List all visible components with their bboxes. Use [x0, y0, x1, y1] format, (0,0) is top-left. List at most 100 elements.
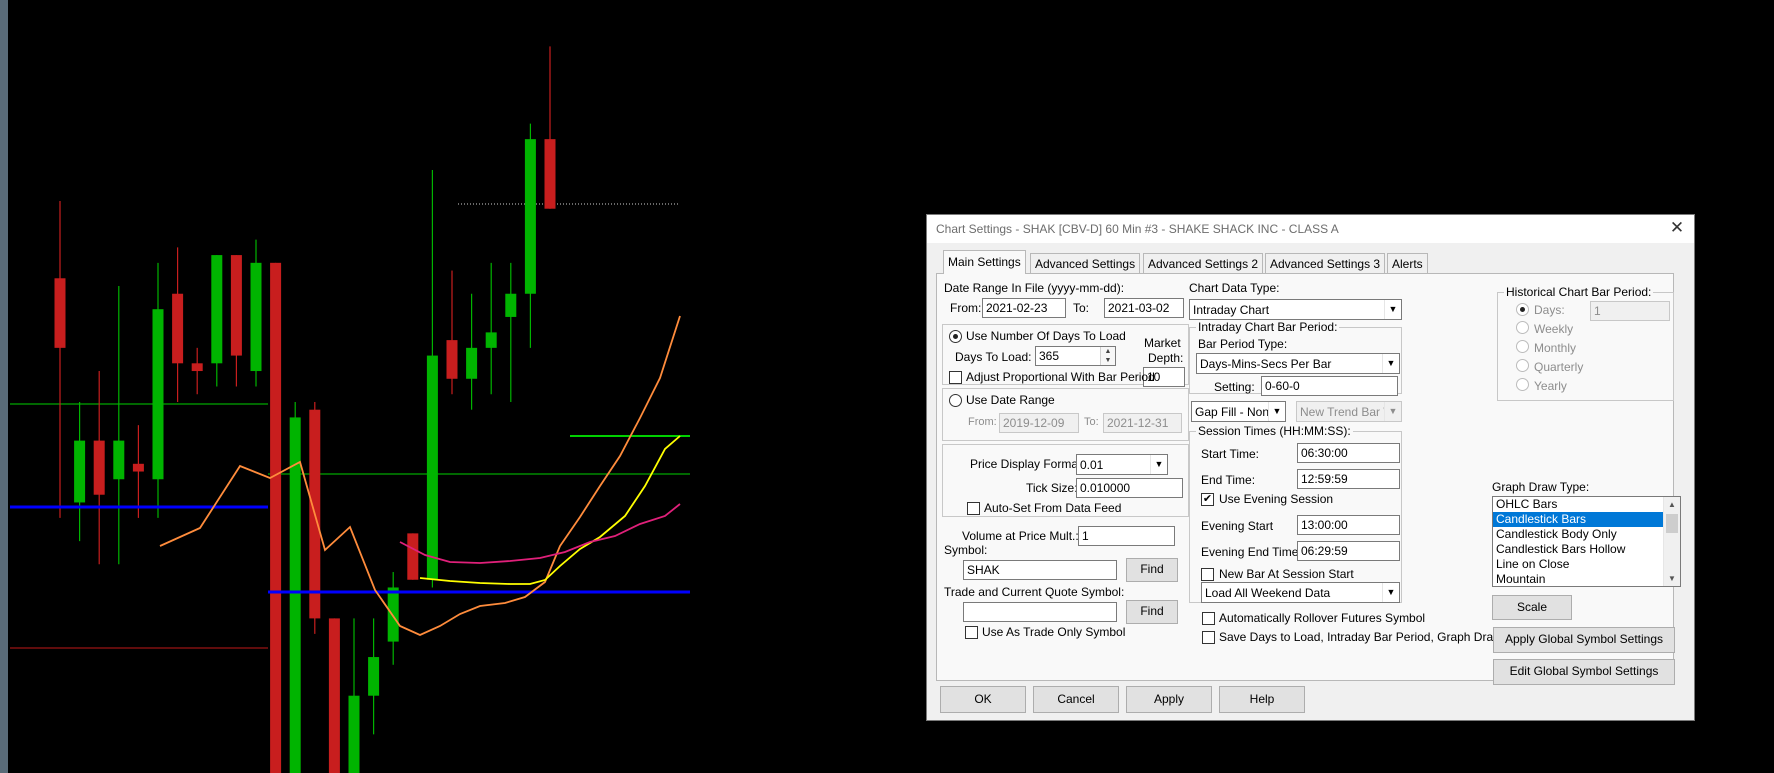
hist-monthly-radio[interactable]: [1516, 340, 1529, 353]
historical-bar-period-group: Historical Chart Bar Period: Days: 1 Wee…: [1497, 285, 1674, 401]
session-group-title: Session Times (HH:MM:SS):: [1196, 424, 1353, 438]
price-format-select[interactable]: 0.01 ▼: [1076, 454, 1168, 475]
use-days-label: Use Number Of Days To Load: [966, 329, 1126, 343]
tick-size-label: Tick Size:: [1026, 481, 1078, 495]
scroll-up-icon[interactable]: ▲: [1664, 497, 1680, 512]
tick-size-field[interactable]: 0.010000: [1076, 478, 1183, 498]
price-format-value: 0.01: [1080, 458, 1104, 472]
hist-days-field[interactable]: 1: [1590, 301, 1670, 321]
save-default-checkbox[interactable]: [1202, 631, 1215, 644]
candle-body: [446, 340, 458, 379]
title-bar[interactable]: Chart Settings - SHAK [CBV-D] 60 Min #3 …: [927, 215, 1694, 243]
start-time-label: Start Time:: [1201, 447, 1260, 461]
rollover-futures-label: Automatically Rollover Futures Symbol: [1219, 611, 1426, 625]
new-bar-session-label: New Bar At Session Start: [1219, 567, 1354, 581]
ok-button[interactable]: OK: [940, 686, 1026, 713]
file-to-field[interactable]: 2021-03-02: [1104, 298, 1184, 318]
tab-advanced-settings-3[interactable]: Advanced Settings 3: [1265, 253, 1386, 273]
setting-label: Setting:: [1214, 380, 1255, 394]
to-label: To:: [1073, 301, 1090, 315]
candle-body: [172, 293, 184, 364]
use-date-range-radio[interactable]: [949, 394, 962, 407]
tab-alerts[interactable]: Alerts: [1387, 253, 1428, 273]
trade-symbol-field[interactable]: [963, 602, 1117, 622]
apply-global-symbol-button[interactable]: Apply Global Symbol Settings: [1493, 627, 1675, 653]
chart-data-type-select[interactable]: Intraday Chart ▼: [1189, 299, 1402, 320]
gap-fill-select[interactable]: Gap Fill - None ▼: [1191, 401, 1286, 422]
cancel-button[interactable]: Cancel: [1033, 686, 1119, 713]
price-format-label: Price Display Format:: [970, 457, 1085, 471]
candle-body: [152, 309, 164, 480]
scroll-down-icon[interactable]: ▼: [1664, 571, 1680, 586]
list-item[interactable]: Candlestick Bars Hollow: [1493, 542, 1680, 557]
file-from-field[interactable]: 2021-02-23: [982, 298, 1066, 318]
hist-yearly-radio[interactable]: [1516, 378, 1529, 391]
hist-quarterly-radio[interactable]: [1516, 359, 1529, 372]
use-days-radio[interactable]: [949, 330, 962, 343]
range-to-field[interactable]: 2021-12-31: [1103, 413, 1182, 433]
candle-body: [505, 293, 517, 317]
hist-quarterly-label: Quarterly: [1534, 360, 1584, 374]
evening-end-label: Evening End Time:: [1201, 545, 1302, 559]
bar-period-type-select[interactable]: Days-Mins-Secs Per Bar ▼: [1196, 353, 1400, 374]
tab-main-settings[interactable]: Main Settings: [943, 250, 1026, 274]
evening-session-checkbox[interactable]: ✔: [1201, 493, 1214, 506]
chevron-down-icon: ▼: [1268, 402, 1285, 421]
evening-start-label: Evening Start: [1201, 519, 1274, 533]
new-trend-bar-value: New Trend Bar W: [1300, 405, 1395, 419]
intraday-group-title: Intraday Chart Bar Period:: [1196, 320, 1340, 334]
evening-end-field[interactable]: 06:29:59: [1297, 541, 1400, 561]
scroll-thumb[interactable]: [1666, 514, 1678, 533]
spin-down-icon[interactable]: ▼: [1100, 356, 1115, 365]
chart-settings-dialog: Chart Settings - SHAK [CBV-D] 60 Min #3 …: [926, 214, 1695, 721]
volume-mult-field[interactable]: 1: [1078, 526, 1175, 546]
end-time-field[interactable]: 12:59:59: [1297, 469, 1400, 489]
bar-period-type-label: Bar Period Type:: [1198, 337, 1288, 351]
spin-up-icon[interactable]: ▲: [1100, 347, 1115, 356]
help-button[interactable]: Help: [1219, 686, 1305, 713]
find-trade-symbol-button[interactable]: Find: [1126, 600, 1178, 624]
candle-body: [250, 262, 262, 372]
chevron-down-icon: ▼: [1382, 583, 1399, 602]
list-item[interactable]: Mountain: [1493, 572, 1680, 586]
edit-global-symbol-button[interactable]: Edit Global Symbol Settings: [1493, 659, 1675, 685]
hist-weekly-radio[interactable]: [1516, 321, 1529, 334]
hist-days-radio[interactable]: [1516, 303, 1529, 316]
bar-period-type-value: Days-Mins-Secs Per Bar: [1200, 357, 1332, 371]
list-item[interactable]: OHLC Bars: [1493, 497, 1680, 512]
magenta-moving-average: [399, 503, 681, 564]
new-bar-session-checkbox[interactable]: [1201, 568, 1214, 581]
symbol-label: Symbol:: [944, 543, 988, 557]
new-trend-bar-select[interactable]: New Trend Bar W ▼: [1296, 401, 1402, 422]
list-scrollbar[interactable]: ▲ ▼: [1663, 497, 1680, 586]
candle-body: [426, 355, 438, 580]
list-item[interactable]: Line on Close: [1493, 557, 1680, 572]
trade-symbol-label: Trade and Current Quote Symbol:: [944, 585, 1125, 599]
rollover-futures-checkbox[interactable]: [1202, 612, 1215, 625]
range-from-field[interactable]: 2019-12-09: [999, 413, 1079, 433]
adjust-proportional-checkbox[interactable]: [949, 371, 962, 384]
candle-body: [544, 139, 556, 209]
start-time-field[interactable]: 06:30:00: [1297, 443, 1400, 463]
price-chart[interactable]: [0, 0, 926, 773]
main-settings-panel: Date Range In File (yyyy-mm-dd): From: 2…: [936, 273, 1681, 685]
auto-set-checkbox[interactable]: [967, 502, 980, 515]
tab-advanced-settings-2[interactable]: Advanced Settings 2: [1143, 253, 1264, 273]
scale-button[interactable]: Scale: [1492, 595, 1572, 620]
setting-field[interactable]: 0-60-0: [1261, 376, 1398, 396]
graph-draw-type-list[interactable]: OHLC Bars Candlestick Bars Candlestick B…: [1492, 496, 1681, 587]
candle-body: [93, 440, 105, 495]
apply-button[interactable]: Apply: [1126, 686, 1212, 713]
chevron-down-icon: ▼: [1150, 455, 1167, 474]
weekend-data-select[interactable]: Load All Weekend Data ▼: [1201, 582, 1400, 603]
symbol-field[interactable]: SHAK: [963, 560, 1117, 580]
list-item[interactable]: Candlestick Body Only: [1493, 527, 1680, 542]
gap-fill-value: Gap Fill - None: [1195, 405, 1276, 419]
trade-only-checkbox[interactable]: [965, 626, 978, 639]
evening-start-field[interactable]: 13:00:00: [1297, 515, 1400, 535]
find-symbol-button[interactable]: Find: [1126, 558, 1178, 582]
tab-advanced-settings[interactable]: Advanced Settings: [1030, 253, 1141, 273]
list-item[interactable]: Candlestick Bars: [1493, 512, 1680, 527]
close-icon[interactable]: ✕: [1666, 217, 1688, 239]
dialog-title: Chart Settings - SHAK [CBV-D] 60 Min #3 …: [936, 222, 1339, 236]
